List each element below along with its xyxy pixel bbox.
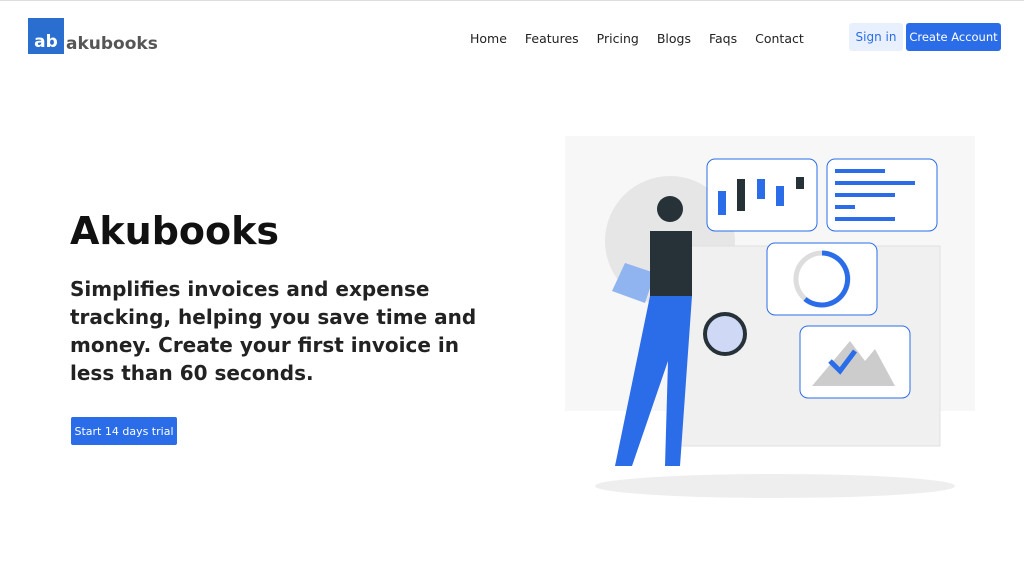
create-account-button[interactable]: Create Account: [906, 23, 1001, 51]
hero-illustration: [565, 136, 975, 498]
sign-in-button[interactable]: Sign in: [849, 23, 903, 51]
hero-subtitle: Simplifies invoices and expense tracking…: [70, 277, 477, 385]
hero-title: Akubooks: [70, 209, 280, 253]
logo[interactable]: ab akubooks: [28, 18, 158, 54]
logo-mark: ab: [28, 18, 64, 54]
nav-faqs[interactable]: Faqs: [709, 31, 737, 46]
main-nav: Home Features Pricing Blogs Faqs Contact: [470, 31, 822, 46]
nav-features[interactable]: Features: [525, 31, 579, 46]
nav-home[interactable]: Home: [470, 31, 507, 46]
nav-contact[interactable]: Contact: [755, 31, 804, 46]
start-trial-button[interactable]: Start 14 days trial: [71, 417, 177, 445]
nav-pricing[interactable]: Pricing: [597, 31, 639, 46]
nav-blogs[interactable]: Blogs: [657, 31, 691, 46]
logo-text: akubooks: [66, 34, 158, 54]
